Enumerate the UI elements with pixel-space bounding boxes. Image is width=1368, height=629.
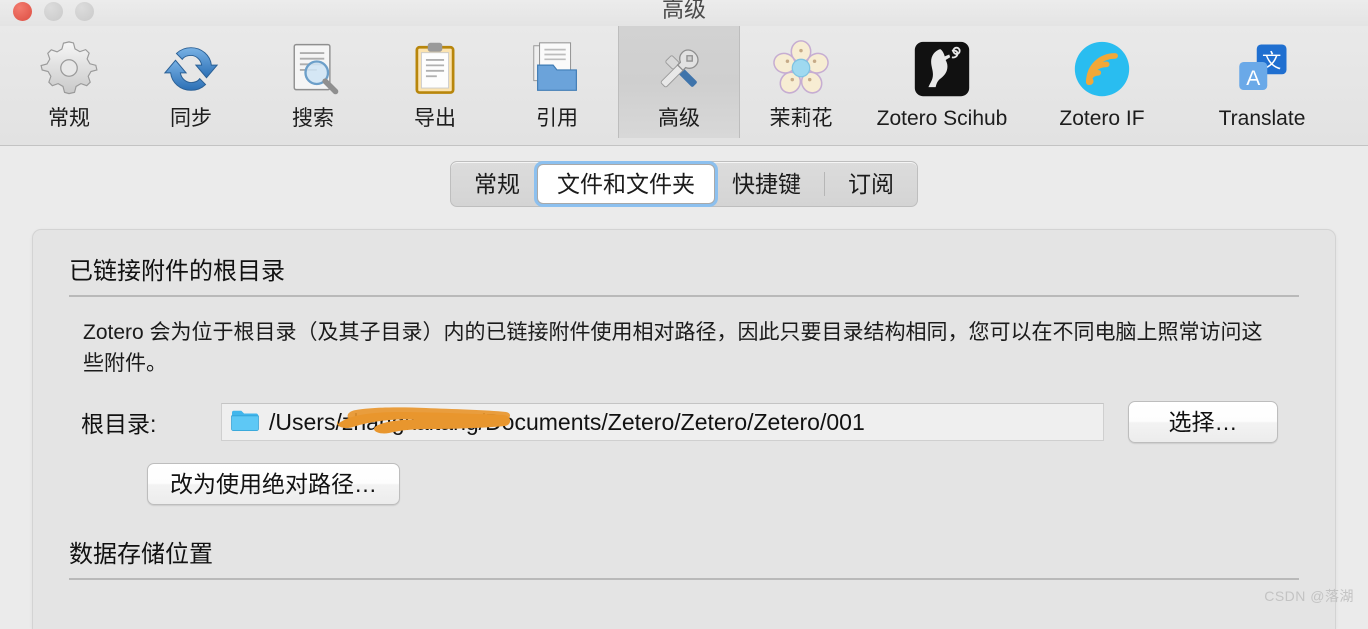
toolbar-item-jasmine[interactable]: 茉莉花 [740,26,862,138]
settings-panel: 已链接附件的根目录 Zotero 会为位于根目录（及其子目录）内的已链接附件使用… [32,229,1336,629]
svg-text:A: A [1246,67,1260,90]
search-doc-icon [277,36,349,102]
tab-general[interactable]: 常规 [457,165,537,203]
preferences-content: 常规 文件和文件夹 快捷键 订阅 已链接附件的根目录 Zotero 会为位于根目… [0,146,1368,629]
section-divider [69,295,1299,297]
tab-separator [824,172,825,196]
window-title: 高级 [661,0,706,22]
toolbar-item-sync[interactable]: 同步 [130,26,252,138]
base-directory-path: /Users/zhangkaitang/Documents/Zetero/Zet… [269,409,865,435]
linked-attachments-description: Zotero 会为位于根目录（及其子目录）内的已链接附件使用相对路径，因此只要目… [83,321,1263,375]
tab-shortcuts[interactable]: 快捷键 [715,165,818,203]
toolbar-item-label: Zotero IF [1059,107,1145,130]
choose-directory-button[interactable]: 选择… [1128,401,1278,443]
tab-feeds[interactable]: 订阅 [831,165,911,203]
toolbar-item-search[interactable]: 搜索 [252,26,374,138]
toolbar-item-zotero-if[interactable]: Zotero IF [1022,26,1182,138]
clipboard-icon [399,36,471,102]
preferences-toolbar: 常规 同步 搜索 导出 引用 高级 茉莉花 Zotero Scihub Zote… [0,26,1368,146]
toolbar-item-advanced[interactable]: 高级 [618,26,740,138]
base-directory-input[interactable]: /Users/zhangkaitang/Documents/Zetero/Zet… [221,403,1104,441]
toolbar-item-label: 常规 [48,107,90,130]
toolbar-item-export[interactable]: 导出 [374,26,496,138]
section-divider [69,578,1299,580]
toolbar-item-label: Zotero Scihub [876,107,1008,130]
tabbar-container: 常规 文件和文件夹 快捷键 订阅 [0,161,1368,207]
toolbar-item-label: 茉莉花 [769,107,833,130]
window-titlebar: 高级 [0,0,1368,26]
base-directory-row: 根目录: /Users/zhangkaitang/Documents/Zeter… [69,401,1299,443]
toolbar-item-label: 引用 [536,107,578,130]
use-absolute-paths-button[interactable]: 改为使用绝对路径… [147,463,400,505]
toolbar-item-label: 导出 [414,107,456,130]
data-storage-heading: 数据存储位置 [69,541,213,568]
flower-icon [765,36,837,102]
toolbar-item-general[interactable]: 常规 [8,26,130,138]
toolbar-item-label: Translate [1218,107,1306,130]
linked-attachments-heading: 已链接附件的根目录 [69,258,285,285]
watermark: CSDN @落湖 [1264,588,1354,604]
toolbar-item-zotero-scihub[interactable]: Zotero Scihub [862,26,1022,138]
translate-icon: 文 A [1226,36,1298,102]
toolbar-item-label: 高级 [658,107,700,130]
raven-icon [906,36,978,102]
sync-icon [155,36,227,102]
tab-files-and-folders[interactable]: 文件和文件夹 [537,164,715,204]
rss-icon [1066,36,1138,102]
tools-icon [643,36,715,102]
gear-icon [33,36,105,102]
base-directory-label: 根目录: [81,411,157,437]
tabbar: 常规 文件和文件夹 快捷键 订阅 [450,161,918,207]
toolbar-item-label: 搜索 [292,107,334,130]
data-storage-section: 数据存储位置 [69,539,1299,580]
folder-docs-icon [521,36,593,102]
toolbar-item-cite[interactable]: 引用 [496,26,618,138]
toolbar-item-label: 同步 [170,107,212,130]
folder-icon [230,407,260,438]
toolbar-item-translate[interactable]: 文 A Translate [1182,26,1342,138]
